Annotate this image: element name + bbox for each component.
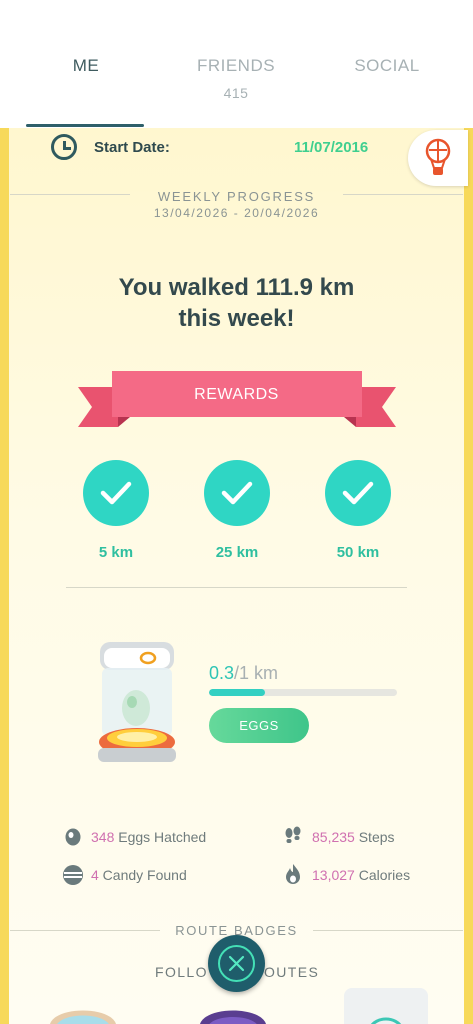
close-button[interactable] xyxy=(208,935,265,992)
check-icon xyxy=(100,481,132,505)
balloon-icon xyxy=(425,138,451,175)
candy-found-stat: 4 Candy Found xyxy=(91,867,187,883)
egg-progress-bar xyxy=(209,689,397,696)
route-badge-2[interactable] xyxy=(196,1000,270,1024)
reward-25km-label: 25 km xyxy=(215,544,259,561)
egg-icon xyxy=(65,828,81,846)
eggs-button[interactable]: EGGS xyxy=(209,708,309,743)
friends-count: 415 xyxy=(223,85,249,101)
calories-stat: 13,027 Calories xyxy=(312,867,410,883)
egg-incubator-image xyxy=(98,642,176,762)
close-icon xyxy=(228,955,245,972)
steps-label: Steps xyxy=(354,829,395,845)
section-divider xyxy=(66,587,407,588)
eggs-hatched-count: 348 xyxy=(91,829,115,845)
reward-5km-label: 5 km xyxy=(98,544,134,561)
tab-social-label: SOCIAL xyxy=(354,56,420,75)
panel-background xyxy=(9,128,464,1024)
egg-progress-value: 0.3 xyxy=(209,663,235,683)
walked-line-1: You walked 111.9 km xyxy=(118,274,355,301)
rewards-label: REWARDS xyxy=(194,386,279,403)
journal-panel xyxy=(0,128,473,1024)
reward-25km-check[interactable] xyxy=(204,460,270,526)
tab-me[interactable]: ME xyxy=(11,56,161,76)
tab-me-label: ME xyxy=(72,56,100,75)
calories-count: 13,027 xyxy=(312,867,355,883)
check-icon xyxy=(221,481,253,505)
walked-summary: You walked 111.9 km this week! xyxy=(60,272,413,334)
candy-icon xyxy=(63,865,83,885)
route-badge-3-icon xyxy=(371,1017,401,1024)
egg-progress-fill xyxy=(209,689,266,696)
flame-icon xyxy=(286,864,300,884)
eggs-hatched-stat: 348 Eggs Hatched xyxy=(91,829,206,845)
candy-found-label: Candy Found xyxy=(98,867,187,883)
egg-progress-total: /1 km xyxy=(234,663,279,683)
clock-icon xyxy=(51,134,77,160)
followed-routes-heading: FOLLO OUTES xyxy=(155,964,318,980)
active-tab-indicator xyxy=(26,124,144,127)
followed-routes-part-1: FOLLO xyxy=(155,964,208,980)
reward-50km-check[interactable] xyxy=(325,460,391,526)
tab-friends-label: FRIENDS xyxy=(196,56,276,75)
route-badge-1[interactable] xyxy=(46,1000,120,1024)
walked-line-2: this week! xyxy=(178,305,295,332)
egg-progress-text: 0.3/1 km xyxy=(209,663,278,684)
check-icon xyxy=(342,481,374,505)
footsteps-icon xyxy=(285,826,301,843)
start-date-label: Start Date: xyxy=(94,139,170,156)
tab-social[interactable]: SOCIAL xyxy=(312,56,462,76)
route-badge-3[interactable] xyxy=(344,988,428,1024)
followed-routes-part-2: OUTES xyxy=(264,964,320,980)
weekly-date-range: 13/04/2026 - 20/04/2026 xyxy=(153,206,320,220)
steps-count: 85,235 xyxy=(312,829,355,845)
reward-5km-check[interactable] xyxy=(83,460,149,526)
steps-stat: 85,235 Steps xyxy=(312,829,395,845)
start-date-value: 11/07/2016 xyxy=(294,139,369,156)
weekly-progress-title: WEEKLY PROGRESS xyxy=(157,189,316,204)
candy-found-count: 4 xyxy=(91,867,99,883)
profile-tabs: ME FRIENDS 415 SOCIAL xyxy=(0,0,473,128)
tab-friends[interactable]: FRIENDS 415 xyxy=(161,56,311,101)
reward-50km-label: 50 km xyxy=(336,544,380,561)
calories-label: Calories xyxy=(354,867,411,883)
eggs-hatched-label: Eggs Hatched xyxy=(114,829,207,845)
balloon-badge-button[interactable] xyxy=(408,130,468,186)
